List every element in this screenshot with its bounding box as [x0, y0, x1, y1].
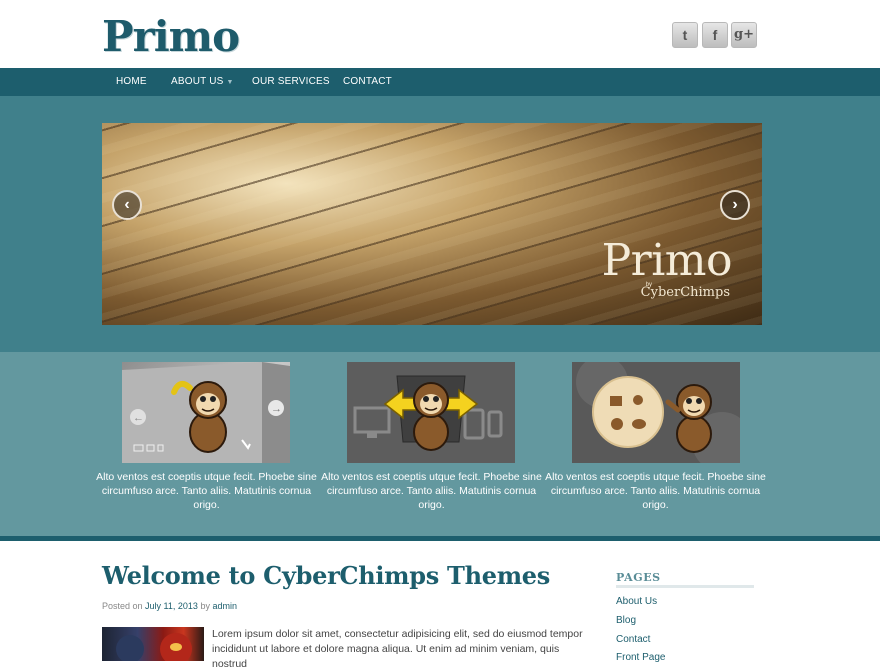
sidebar-link-about-us[interactable]: About Us: [616, 596, 657, 607]
sidebar-pages-title: PAGES: [616, 571, 661, 584]
nav-item-label: About Us: [171, 76, 224, 87]
slider-prev-button[interactable]: ‹: [112, 190, 142, 220]
nav-item-about-us[interactable]: About Us ▼: [171, 68, 234, 96]
nav-item-home[interactable]: Home: [116, 68, 147, 96]
monkey-widgets-illustration: [576, 362, 740, 463]
site-logo[interactable]: Primo: [102, 12, 240, 61]
hero-section: Primo by CyberChimps: [0, 96, 880, 352]
feature-text-2: Alto ventos est coeptis utque fecit. Pho…: [321, 471, 542, 511]
sidebar-link-front-page[interactable]: Front Page: [616, 652, 665, 663]
chevron-down-icon: ▼: [226, 79, 234, 86]
facebook-icon[interactable]: f: [702, 22, 728, 48]
sidebar-link-contact[interactable]: Contact: [616, 634, 650, 645]
posted-on-label: Posted on: [102, 601, 143, 611]
post-date-link[interactable]: July 11, 2013: [145, 601, 198, 611]
post-title[interactable]: Welcome to CyberChimps Themes: [102, 561, 550, 590]
slider-image: Primo by CyberChimps: [102, 123, 762, 325]
feature-text-1: Alto ventos est coeptis utque fecit. Pho…: [96, 471, 317, 511]
monkey-devices-illustration: [353, 375, 503, 451]
feature-text-3: Alto ventos est coeptis utque fecit. Pho…: [545, 471, 766, 511]
post-excerpt: Lorem ipsum dolor sit amet, consectetur …: [212, 628, 583, 670]
nav-item-contact[interactable]: Contact: [343, 68, 392, 96]
slide-subtitle: CyberChimps: [640, 285, 730, 300]
feature-image-responsive-slider[interactable]: ← →: [122, 362, 290, 463]
post-meta: Posted on July 11, 2013 by admin: [102, 601, 237, 611]
svg-text:←: ←: [133, 412, 144, 424]
site-header: Primo t f g+: [0, 0, 880, 68]
main-nav: Home About Us ▼ Our Services Contact: [0, 68, 880, 96]
feature-image-responsive-design[interactable]: [347, 362, 515, 463]
sidebar-title-underline: [616, 585, 754, 588]
monkey-slider-illustration: ← →: [122, 362, 290, 463]
feature-image-widgets[interactable]: [572, 362, 740, 463]
post-author-link[interactable]: admin: [212, 601, 237, 611]
googleplus-icon[interactable]: g+: [731, 22, 757, 48]
sidebar-link-blog[interactable]: Blog: [616, 615, 636, 626]
twitter-icon[interactable]: t: [672, 22, 698, 48]
svg-text:→: →: [271, 403, 282, 415]
main-content: Welcome to CyberChimps Themes Posted on …: [0, 541, 880, 670]
thumbnail-image: [116, 633, 192, 661]
slide-title: Primo: [601, 235, 733, 286]
features-section: ← → Alto ventos est coeptis utque fecit.…: [0, 352, 880, 536]
by-label: by: [200, 601, 210, 611]
nav-item-our-services[interactable]: Our Services: [252, 68, 330, 96]
slider-next-button[interactable]: ›: [720, 190, 750, 220]
post-thumbnail[interactable]: [102, 627, 204, 661]
